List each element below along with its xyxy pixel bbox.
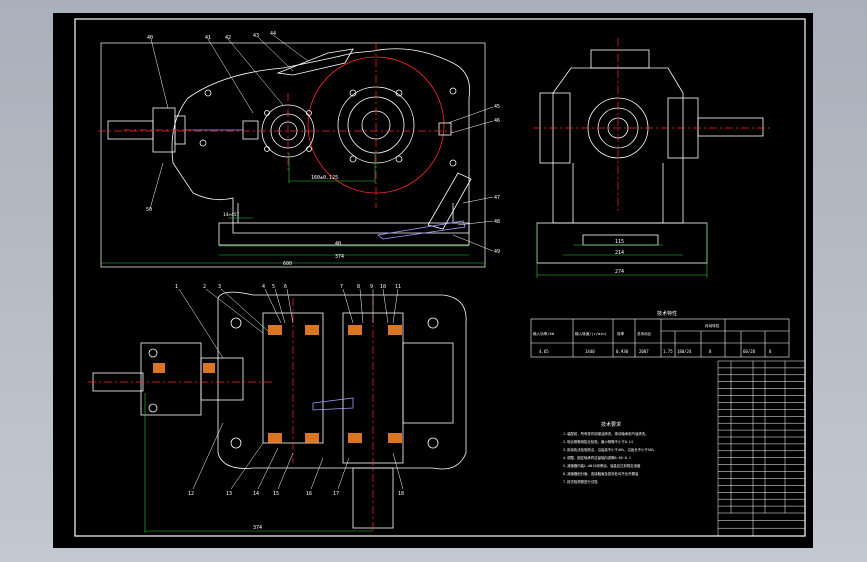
spec-header: 输入功率/kW xyxy=(533,331,555,336)
part-label: 8 xyxy=(357,284,360,290)
tech-req-line: 4.调整、固定轴承时应留轴向游隙0.05~0.1 xyxy=(563,455,631,460)
part-label: 46 xyxy=(494,118,500,124)
spec-cell: 1.75 xyxy=(663,349,673,354)
spec-header: 总传动比 xyxy=(637,331,652,336)
spec-cell: 60/28 xyxy=(743,349,756,354)
dim-height-small: 40 xyxy=(335,241,341,247)
part-label: 45 xyxy=(494,104,500,110)
part-label: 42 xyxy=(225,35,231,41)
dim-base-width: 214 xyxy=(615,250,624,256)
dim-inner-width: 115 xyxy=(615,239,624,245)
top-coupling-housing xyxy=(140,342,202,416)
part-label: 5 xyxy=(272,284,275,290)
top-dimensions xyxy=(144,393,373,533)
tech-req-line: 3.用涂色法检验斑点，沿齿高不小于40%，沿齿长不小于50% xyxy=(563,447,654,452)
part-label: 1 xyxy=(175,284,178,290)
side-view xyxy=(536,49,764,264)
part-label: 16 xyxy=(306,491,312,497)
part-label: 50 xyxy=(146,207,152,213)
part-label: 11 xyxy=(395,284,401,290)
part-label: 43 xyxy=(253,33,259,39)
tech-req-line: 2.啮合侧隙用铅丝检验，最小侧隙不小于0.14 xyxy=(563,439,633,444)
drain-plug xyxy=(438,122,452,136)
part-label: 13 xyxy=(226,491,232,497)
part-label: 9 xyxy=(370,284,373,290)
tech-requirements: 技术要求 1.装配前，所有零件用煤油清洗，滚动轴承用汽油清洗。 2.啮合侧隙用铅… xyxy=(563,421,654,484)
spec-cell: 180/24 xyxy=(677,349,692,354)
side-output-shaft xyxy=(697,117,764,137)
inspection-cover xyxy=(276,48,354,76)
housing-outline xyxy=(171,48,471,234)
tech-req-title: 技术要求 xyxy=(601,421,621,428)
top-part-number-leaders xyxy=(178,288,404,490)
title-block xyxy=(717,360,806,537)
part-label: 17 xyxy=(333,491,339,497)
part-label: 3 xyxy=(218,284,221,290)
part-label: 10 xyxy=(380,284,386,290)
spec-header: 效率 xyxy=(617,331,625,336)
top-housing-outline xyxy=(217,291,467,470)
part-label: 48 xyxy=(494,219,500,225)
dim-height-mark: 14×457 xyxy=(223,212,240,218)
tech-req-line: 1.装配前，所有零件用煤油清洗，滚动轴承用汽油清洗。 xyxy=(563,431,648,436)
part-label: 44 xyxy=(270,31,276,37)
part-label: 7 xyxy=(340,284,343,290)
top-center-lines xyxy=(88,298,374,533)
part-label: 2 xyxy=(203,284,206,290)
spec-cell: 8 xyxy=(709,349,712,354)
part-label: 18 xyxy=(398,491,404,497)
part-label: 6 xyxy=(284,284,287,290)
cad-drawing: 160±0.125 600 374 40 14×457 40 41 42 43 … xyxy=(74,18,806,537)
front-center-lines xyxy=(98,43,453,208)
spec-cell: 1440 xyxy=(585,349,595,354)
part-label: 12 xyxy=(188,491,194,497)
spec-header: 传动特性 xyxy=(705,323,720,328)
tech-req-line: 6.减速器剖分面、各接触面及密封处均不允许漏油 xyxy=(563,471,639,476)
dim-overall-width: 274 xyxy=(615,269,624,275)
part-label: 4 xyxy=(262,284,265,290)
part-label: 40 xyxy=(147,35,153,41)
dim-bottom-length: 374 xyxy=(253,525,262,531)
tech-req-line: 7.按试验规程进行试验 xyxy=(563,479,598,484)
part-label: 47 xyxy=(494,195,500,201)
spec-cell: 4.65 xyxy=(539,349,549,354)
spec-table-title: 技术特性 xyxy=(657,310,677,317)
dim-overall-length: 600 xyxy=(283,261,292,267)
side-center-lines xyxy=(533,38,773,213)
dim-inner-length: 374 xyxy=(335,254,344,260)
oil-gauge xyxy=(427,172,472,230)
spec-cell: 0.930 xyxy=(616,349,629,354)
front-view xyxy=(100,42,486,268)
spec-header: 输入转速/(r/min) xyxy=(575,331,607,336)
part-label: 15 xyxy=(273,491,279,497)
top-part-numbers: 1 2 3 4 5 6 7 8 9 10 11 12 13 14 15 16 1… xyxy=(175,284,404,497)
spec-cell: 2007 xyxy=(639,349,649,354)
spec-table: 技术特性 输入功率/kW 输入转速/(r/min) 效率 总传动比 传动特性 4… xyxy=(530,310,790,358)
part-label: 14 xyxy=(253,491,259,497)
dim-center-distance: 160±0.125 xyxy=(311,175,338,181)
spec-cell: 8 xyxy=(769,349,772,354)
drawing-viewport[interactable]: 160±0.125 600 374 40 14×457 40 41 42 43 … xyxy=(53,13,813,548)
drawing-frame xyxy=(74,18,806,537)
side-cover xyxy=(590,49,650,69)
part-label: 49 xyxy=(494,249,500,255)
part-label: 41 xyxy=(205,35,211,41)
tech-req-line: 5.减速器内装L-AN15润滑油，油量应达到规定深度 xyxy=(563,463,641,468)
